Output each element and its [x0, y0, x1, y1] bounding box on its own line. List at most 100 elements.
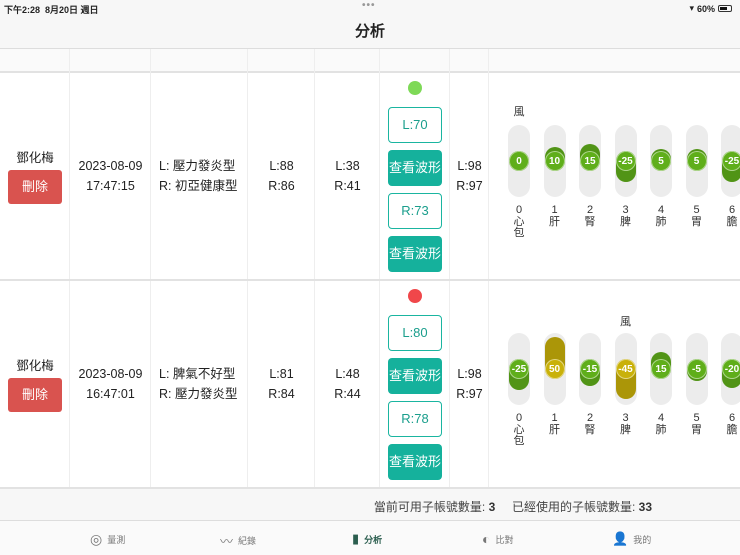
tab-records[interactable]: 〰紀錄: [220, 531, 256, 550]
meridian-chart: 風 0 0 心 包 10 1 肝 15 2 腎 -25 3 脾 5 4 肺 5 …: [489, 73, 740, 279]
meridian-4: 5 4 肺: [649, 73, 673, 279]
value-right: R:44: [334, 387, 361, 401]
value-right: R:84: [268, 387, 295, 401]
value-left: L:98: [457, 367, 482, 381]
meridian-4: 15 4 肺: [649, 281, 673, 487]
meridian-1: 50 1 肝: [543, 281, 567, 487]
meridian-value: -25: [509, 359, 529, 379]
meridian-label: 1 肝: [549, 412, 560, 436]
record-time: 16:47:01: [86, 387, 135, 401]
value-left: L:98: [457, 159, 482, 173]
delete-button[interactable]: 刪除: [8, 378, 62, 412]
bar-chart-icon: ▮: [352, 531, 360, 546]
type-left: L: 壓力發炎型: [159, 159, 236, 173]
user-name: 鄧化梅: [16, 359, 54, 373]
status-dot: [408, 81, 422, 95]
analysis-table: 鄧化梅 刪除 2023-08-09 17:47:15 L: 壓力發炎型 R: 初亞健康…: [0, 48, 740, 489]
status-bar: 下午2:28 8月20日 週日 ••• ▾ 60%: [0, 0, 740, 16]
meridian-3: -25 3 脾: [614, 73, 638, 279]
wave-left-button[interactable]: L:80: [388, 315, 442, 351]
contrast-icon: ◐: [482, 531, 491, 547]
type-right: R: 初亞健康型: [159, 179, 238, 193]
value-right: R:97: [456, 179, 483, 193]
record-date: 2023-08-09: [78, 367, 143, 381]
meridian-5: 5 5 胃: [685, 73, 709, 279]
tab-profile[interactable]: 👤 我的: [612, 531, 651, 547]
meridian-value: 15: [580, 151, 600, 171]
page-title: 分析: [354, 23, 385, 40]
value-right: R:97: [456, 387, 483, 401]
measure-icon: ◎: [90, 531, 103, 547]
meridian-label: 0 心 包: [513, 412, 525, 447]
multitask-dots[interactable]: •••: [362, 0, 376, 11]
meridian-label: 4 肺: [655, 412, 667, 436]
meridian-0: 風 0 0 心 包: [507, 73, 531, 279]
meridian-label: 5 胃: [691, 412, 702, 436]
wave-left-button[interactable]: L:70: [388, 107, 442, 143]
meridian-value: 15: [651, 359, 671, 379]
meridian-chart: -25 0 心 包 50 1 肝 -15 2 腎風 -45 3 脾 15 4 肺…: [489, 281, 740, 487]
meridian-6: -25 6 膽: [720, 73, 740, 279]
meridian-3: 風 -45 3 脾: [614, 281, 638, 487]
meridian-value: -20: [722, 359, 740, 379]
status-right: ▾ 60%: [689, 3, 732, 14]
meridian-value: -15: [580, 359, 600, 379]
meridian-label: 5 胃: [691, 204, 702, 228]
meridian-value: 0: [509, 151, 529, 171]
meridian-6: -20 6 膽: [720, 281, 740, 487]
tab-bar: ◎ 量測 〰紀錄 ▮ 分析 ◐ 比對 👤 我的: [0, 520, 740, 555]
tab-analysis[interactable]: ▮ 分析: [352, 531, 382, 547]
meridian-value: -25: [722, 151, 740, 171]
view-waveform-left-button[interactable]: 查看波形: [388, 150, 442, 186]
status-time: 下午2:28 8月20日 週日: [4, 5, 99, 15]
tab-compare[interactable]: ◐ 比對: [482, 531, 513, 547]
user-name: 鄧化梅: [16, 151, 54, 165]
meridian-value: -25: [615, 151, 636, 171]
wave-right-button[interactable]: R:73: [388, 193, 442, 229]
account-summary: 當前可用子帳號數量: 3 已經使用的子帳號數量: 33: [373, 500, 652, 514]
value-left: L:38: [335, 159, 360, 173]
type-left: L: 脾氣不好型: [159, 367, 236, 381]
type-right: R: 壓力發炎型: [159, 387, 238, 401]
meridian-label: 4 肺: [655, 204, 667, 228]
meridian-value: 5: [651, 151, 671, 171]
meridian-label: 1 肝: [549, 204, 560, 228]
meridian-2: -15 2 腎: [578, 281, 602, 487]
value-right: R:41: [334, 179, 361, 193]
meridian-label: 3 脾: [620, 204, 631, 228]
value-left: L:48: [335, 367, 360, 381]
view-waveform-left-button[interactable]: 查看波形: [388, 358, 442, 394]
meridian-value: 10: [544, 151, 565, 171]
wave-right-button[interactable]: R:78: [388, 401, 442, 437]
status-dot: [408, 289, 422, 303]
meridian-label: 2 腎: [584, 412, 596, 436]
battery-icon: [718, 5, 732, 12]
view-waveform-right-button[interactable]: 查看波形: [388, 444, 442, 480]
value-right: R:86: [268, 179, 295, 193]
value-left: L:81: [269, 367, 294, 381]
wind-label: 風: [513, 106, 525, 118]
meridian-value: -45: [615, 359, 636, 379]
user-icon: 👤: [612, 531, 629, 546]
tab-measure[interactable]: ◎ 量測: [90, 531, 125, 548]
meridian-0: -25 0 心 包: [507, 281, 531, 487]
meridian-label: 6 膽: [726, 412, 738, 436]
delete-button[interactable]: 刪除: [8, 170, 62, 204]
wifi-icon: ▾: [689, 3, 694, 13]
record-time: 17:47:15: [86, 179, 135, 193]
meridian-5: -5 5 胃: [685, 281, 709, 487]
meridian-2: 15 2 腎: [578, 73, 602, 279]
table-row: 鄧化梅刪除 2023-08-09 17:47:15 L: 壓力發炎型 R: 初亞健康…: [0, 73, 740, 281]
meridian-value: -5: [686, 359, 707, 379]
meridian-value: 50: [544, 359, 565, 379]
meridian-label: 2 腎: [584, 204, 596, 228]
view-waveform-right-button[interactable]: 查看波形: [388, 236, 442, 272]
meridian-label: 6 膽: [726, 204, 738, 228]
value-left: L:88: [269, 159, 294, 173]
record-date: 2023-08-09: [78, 159, 143, 173]
table-row: 鄧化梅刪除 2023-08-09 16:47:01 L: 脾氣不好型 R: 壓力發炎…: [0, 281, 740, 489]
wind-label: 風: [620, 316, 631, 328]
meridian-label: 3 脾: [620, 412, 631, 436]
meridian-1: 10 1 肝: [543, 73, 567, 279]
chart-line-icon: 〰: [220, 534, 234, 549]
